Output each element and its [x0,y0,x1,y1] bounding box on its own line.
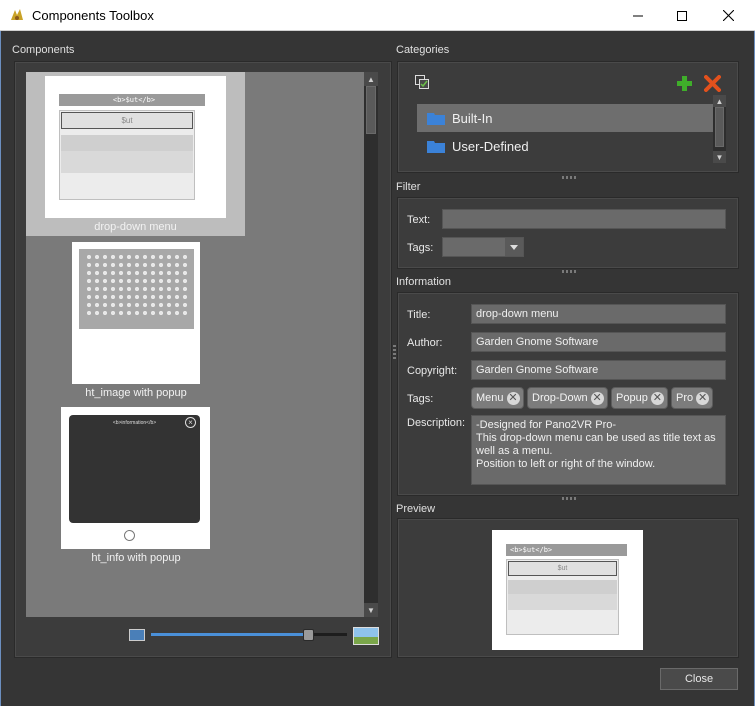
gnome-icon [9,7,25,23]
tag-chip[interactable]: Menu ✕ [471,387,524,409]
close-icon [722,10,734,21]
thumbnail-ht-image-with-popup [72,242,200,384]
filter-label: Filter [396,181,421,193]
tag-label: Drop-Down [532,392,588,404]
category-label: Built-In [452,110,493,126]
preview-item: $ut [508,561,617,576]
category-user-defined[interactable]: User-Defined [417,132,713,160]
thumb-info-header: <b>information</b> [112,420,157,426]
close-window-button[interactable] [705,0,751,31]
scroll-up-icon[interactable]: ▲ [713,95,726,107]
remove-tag-icon[interactable]: ✕ [696,391,710,405]
description-field[interactable]: -Designed for Pano2VR Pro- This drop-dow… [471,415,726,485]
splitter-handle[interactable] [562,176,578,179]
components-list[interactable]: <b>$ut</b> $ut drop-down menu ht_image w… [26,72,364,617]
description-line: This drop-down menu can be used as title… [476,432,716,444]
thumbnail-ht-info-with-popup: <b>information</b> × [61,407,210,549]
item-caption: ht_info with popup [91,552,181,564]
tag-chip[interactable]: Popup ✕ [611,387,668,409]
plus-icon[interactable] [676,75,693,95]
copyright-label: Copyright: [407,365,458,377]
thumb-dropdown-item: $ut [61,112,193,129]
folder-icon [427,112,445,125]
description-line: -Designed for Pano2VR Pro- [476,419,617,431]
title-label: Title: [407,309,431,321]
thumbnail-drop-down-menu: <b>$ut</b> $ut [45,76,226,218]
components-label: Components [12,44,75,56]
item-caption: ht_image with popup [85,387,187,399]
components-scrollbar[interactable]: ▲ ▼ [364,72,378,617]
minimize-icon [633,11,643,21]
description-line: well as a menu. [476,445,553,457]
list-item-drop-down-menu[interactable]: <b>$ut</b> $ut drop-down menu [26,72,245,236]
remove-tag-icon[interactable]: ✕ [506,391,520,405]
categories-label: Categories [396,44,450,56]
x-icon[interactable] [704,75,721,95]
category-label: User-Defined [452,138,529,154]
categories-scrollbar[interactable]: ▲ ▼ [713,95,726,163]
large-image-icon[interactable] [353,627,379,645]
scroll-up-icon[interactable]: ▲ [364,72,378,86]
multi-select-icon[interactable] [415,75,429,89]
close-circle-icon: × [185,417,196,428]
scrollbar-thumb[interactable] [366,86,376,134]
information-label: Information [396,276,452,288]
author-field[interactable]: Garden Gnome Software [471,332,726,352]
copyright-field[interactable]: Garden Gnome Software [471,360,726,380]
splitter-handle[interactable] [562,270,578,273]
scrollbar-thumb[interactable] [715,107,724,147]
thumb-dropdown-header: <b>$ut</b> [59,94,205,106]
filter-text-input[interactable] [442,209,726,229]
tag-label: Pro [676,392,694,404]
title-bar: Components Toolbox [0,0,755,31]
folder-icon [427,140,445,153]
minimize-button[interactable] [615,0,661,31]
author-label: Author: [407,337,443,349]
splitter-handle[interactable] [562,497,578,500]
close-button[interactable]: Close [660,668,738,690]
maximize-button[interactable] [659,0,705,31]
filter-text-label: Text: [407,214,431,226]
tag-chip[interactable]: Pro ✕ [671,387,714,409]
preview-image: <b>$ut</b> $ut [492,530,643,650]
description-line: Position to left or right of the window. [476,458,656,470]
preview-header: <b>$ut</b> [506,544,627,556]
zoom-slider-handle[interactable] [302,629,314,641]
scroll-down-icon[interactable]: ▼ [364,603,378,617]
tag-label: Menu [476,392,504,404]
title-field[interactable]: drop-down menu [471,304,726,324]
description-label: Description: [407,417,466,429]
remove-tag-icon[interactable]: ✕ [650,391,664,405]
item-caption: drop-down menu [94,221,177,233]
info-icon [124,530,135,541]
list-item-ht-info-with-popup[interactable]: <b>information</b> × ht_info with popup [61,407,211,567]
vertical-splitter-handle[interactable] [393,345,396,361]
maximize-icon [677,10,687,21]
filter-panel [397,197,739,269]
filter-tags-label: Tags: [407,242,434,254]
zoom-slider[interactable] [151,633,347,636]
small-image-icon[interactable] [129,629,145,641]
scroll-down-icon[interactable]: ▼ [713,151,726,163]
list-item-ht-image-with-popup[interactable]: ht_image with popup [71,242,201,402]
zoom-slider-fill [151,633,308,636]
tag-chip[interactable]: Drop-Down ✕ [527,387,608,409]
preview-label: Preview [396,503,436,515]
category-built-in[interactable]: Built-In [417,104,713,132]
remove-tag-icon[interactable]: ✕ [590,391,604,405]
tag-label: Popup [616,392,648,404]
window-title: Components Toolbox [32,8,154,23]
tags-label: Tags: [407,393,434,405]
chevron-down-icon[interactable] [505,238,523,256]
filter-tags-dropdown[interactable] [442,237,524,257]
